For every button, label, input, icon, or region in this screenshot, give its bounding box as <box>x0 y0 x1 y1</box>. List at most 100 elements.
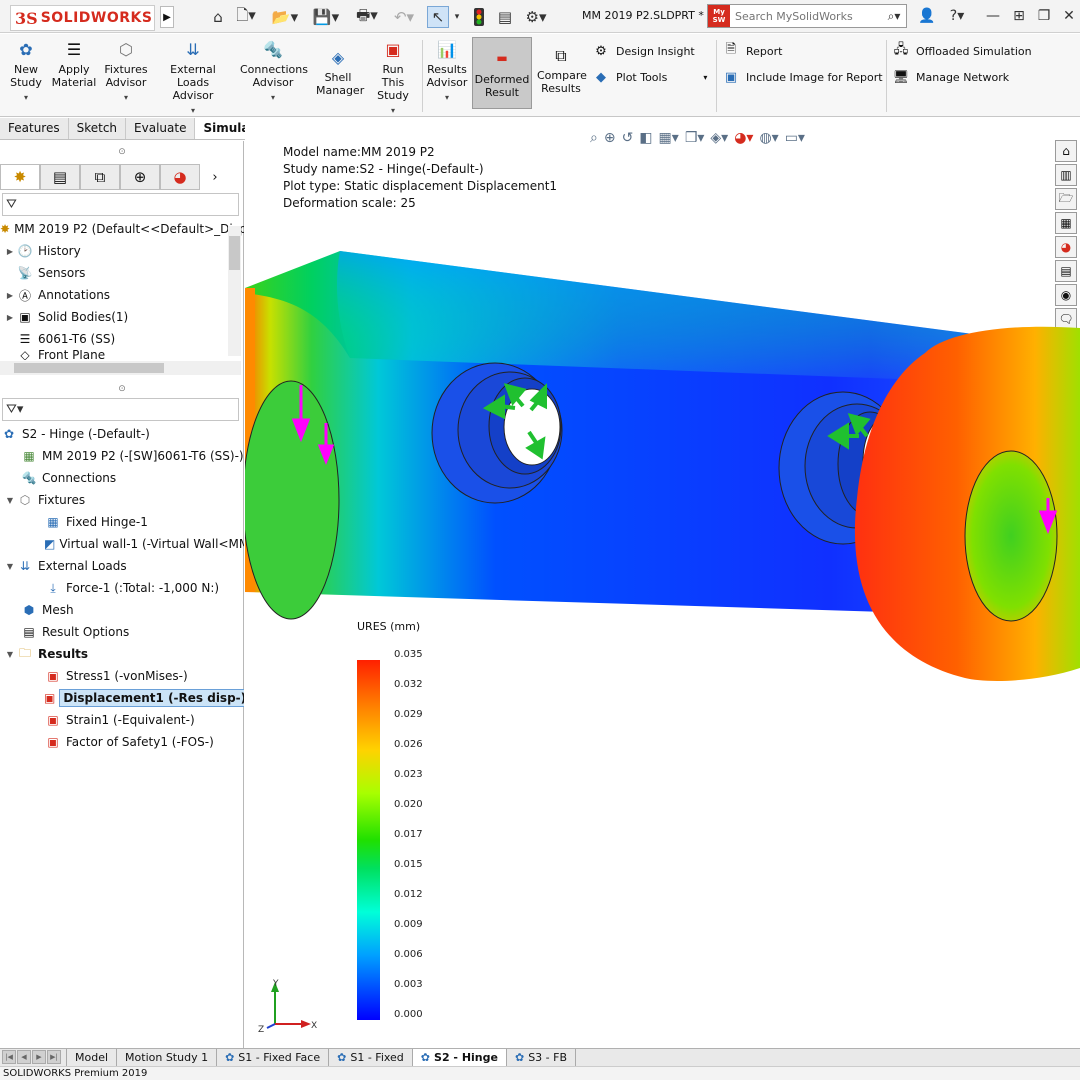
panel-grip-handle[interactable]: ⊙ <box>0 141 244 163</box>
offloaded-simulation-button[interactable]: 🖧 Offloaded Simulation <box>892 42 1032 60</box>
study-fixed-hinge[interactable]: ▦ Fixed Hinge-1 <box>0 511 244 533</box>
close-icon[interactable]: ✕ <box>1060 6 1078 26</box>
study-tree-filter-box[interactable]: ⛛▾ <box>2 398 239 421</box>
fixtures-advisor-button[interactable]: ⬡ Fixtures Advisor ▾ <box>102 38 150 104</box>
new-study-button[interactable]: ✿ New Study ▾ <box>6 38 46 104</box>
dimxpert-manager-tab[interactable]: ⊕ <box>120 164 160 190</box>
apply-material-button[interactable]: ☰ Apply Material <box>50 38 98 89</box>
tree-item-history[interactable]: ▶ 🕑 History <box>0 240 244 262</box>
chevron-right-icon[interactable]: › <box>200 170 230 185</box>
feature-tree-vertical-scrollbar[interactable] <box>228 226 241 356</box>
panel-splitter-handle[interactable]: ⊙ <box>0 378 244 400</box>
study-tab-icon: ✿ <box>225 1051 235 1064</box>
property-manager-tab[interactable]: ▤ <box>40 164 80 190</box>
previous-tab-icon[interactable]: ◀ <box>17 1049 31 1064</box>
deformed-result-button[interactable]: ▬ Deformed Result <box>472 37 532 109</box>
tree-filter-box[interactable]: ⛛ <box>2 193 239 216</box>
tab-features[interactable]: Features <box>0 118 69 139</box>
feature-manager-tab[interactable]: ✸ <box>0 164 40 190</box>
expand-arrow-icon[interactable]: ▶ <box>4 313 16 322</box>
result-strain[interactable]: ▣ Strain1 (-Equivalent-) <box>0 709 244 731</box>
help-icon[interactable]: ?▾ <box>944 6 970 26</box>
tree-item-annotations[interactable]: ▶ Ⓐ Annotations <box>0 284 244 306</box>
tree-root-part[interactable]: ✸ MM 2019 P2 (Default<<Default>_Disp <box>0 218 244 240</box>
material-icon: ☰ <box>19 332 31 346</box>
tab-motion-study-1[interactable]: Motion Study 1 <box>116 1048 216 1067</box>
tab-s1-fixed-face[interactable]: ✿ S1 - Fixed Face <box>216 1048 328 1067</box>
include-image-button[interactable]: ▣ Include Image for Report <box>722 68 883 86</box>
home-icon[interactable]: ⌂ <box>207 6 229 28</box>
first-tab-icon[interactable]: |◀ <box>2 1049 16 1064</box>
results-advisor-button[interactable]: 📊 Results Advisor ▾ <box>425 38 469 104</box>
study-external-loads[interactable]: ▼ ⇊ External Loads <box>0 555 244 577</box>
shell-manager-button[interactable]: ◈ Shell Manager <box>313 38 364 97</box>
user-icon[interactable]: 👤 <box>918 6 936 26</box>
study-force[interactable]: ⤓ Force-1 (:Total: -1,000 N:) <box>0 577 244 599</box>
select-dropdown-icon[interactable]: ▾ <box>452 6 462 28</box>
connections-advisor-button[interactable]: 🔩 Connections Advisor ▾ <box>238 38 308 104</box>
tab-s3-fb[interactable]: ✿ S3 - FB <box>505 1048 577 1067</box>
tab-sketch[interactable]: Sketch <box>69 118 127 139</box>
study-root[interactable]: ✿ S2 - Hinge (-Default-) <box>0 423 244 445</box>
plot-tools-button[interactable]: ◆ Plot Tools ▾ <box>592 68 707 86</box>
graphics-area[interactable]: Model name:MM 2019 P2 Study name:S2 - Hi… <box>245 118 1080 1048</box>
mysolidworks-icon: My SW <box>708 5 730 27</box>
search-icon[interactable]: ⌕▾ <box>882 9 906 24</box>
result-factor-of-safety[interactable]: ▣ Factor of Safety1 (-FOS-) <box>0 731 244 753</box>
tile-windows-icon[interactable]: ⊞ <box>1010 6 1028 26</box>
collapse-arrow-icon[interactable]: ▼ <box>4 562 16 571</box>
result-displacement[interactable]: ▣ Displacement1 (-Res disp-) <box>0 687 244 709</box>
restore-icon[interactable]: ❐ <box>1035 6 1053 26</box>
minimize-icon[interactable]: — <box>984 6 1002 26</box>
scrollbar-thumb[interactable] <box>14 363 164 373</box>
tree-item-material[interactable]: ☰ 6061-T6 (SS) <box>0 328 244 350</box>
run-this-study-button[interactable]: ▣ Run This Study ▾ <box>368 38 418 117</box>
select-cursor-icon[interactable]: ↖ <box>427 6 449 28</box>
tab-s1-fixed[interactable]: ✿ S1 - Fixed <box>328 1048 412 1067</box>
study-result-options[interactable]: ▤ Result Options <box>0 621 244 643</box>
tab-s2-hinge[interactable]: ✿ S2 - Hinge <box>411 1048 506 1067</box>
options-gear-icon[interactable]: ⚙▾ <box>520 6 552 28</box>
open-folder-icon[interactable]: 📂▾ <box>270 6 300 28</box>
menu-expand-arrow-icon[interactable]: ▶ <box>160 6 174 28</box>
rebuild-traffic-light-icon[interactable] <box>470 6 488 28</box>
last-tab-icon[interactable]: ▶| <box>47 1049 61 1064</box>
chevron-down-icon: ▾ <box>444 93 449 102</box>
undo-icon[interactable]: ↶▾ <box>390 6 418 28</box>
search-input[interactable] <box>730 9 882 23</box>
scrollbar-thumb[interactable] <box>229 236 240 270</box>
next-tab-icon[interactable]: ▶ <box>32 1049 46 1064</box>
print-icon[interactable]: 🖶▾ <box>350 6 384 28</box>
external-loads-advisor-button[interactable]: ⇊ External Loads Advisor ▾ <box>154 38 232 117</box>
tree-item-front-plane[interactable]: ◇ Front Plane <box>0 350 244 360</box>
study-part[interactable]: ▦ MM 2019 P2 (-[SW]6061-T6 (SS)-) <box>0 445 244 467</box>
tree-item-solid-bodies[interactable]: ▶ ▣ Solid Bodies(1) <box>0 306 244 328</box>
display-manager-tab[interactable]: ◕ <box>160 164 200 190</box>
file-properties-icon[interactable]: ▤ <box>495 6 515 28</box>
report-button[interactable]: 🗎 Report <box>722 42 783 60</box>
study-mesh[interactable]: ⬢ Mesh <box>0 599 244 621</box>
study-connections[interactable]: 🔩 Connections <box>0 467 244 489</box>
study-fixtures[interactable]: ▼ ⬡ Fixtures <box>0 489 244 511</box>
collapse-arrow-icon[interactable]: ▼ <box>4 650 16 659</box>
configuration-manager-tab[interactable]: ⧉ <box>80 164 120 190</box>
design-insight-button[interactable]: ⚙ Design Insight <box>592 42 695 60</box>
study-virtual-wall[interactable]: ◩ Virtual wall-1 (-Virtual Wall<MM <box>0 533 244 555</box>
collapse-arrow-icon[interactable]: ▼ <box>4 496 16 505</box>
save-icon[interactable]: 💾▾ <box>311 6 341 28</box>
new-document-icon[interactable]: 🗋▾ <box>233 6 259 28</box>
legend-tick-label: 0.006 <box>394 949 423 960</box>
compare-results-button[interactable]: ⧉ Compare Results <box>536 38 587 95</box>
tree-item-sensors[interactable]: 📡 Sensors <box>0 262 244 284</box>
study-results[interactable]: ▼ 🗀 Results <box>0 643 244 665</box>
expand-arrow-icon[interactable]: ▶ <box>4 247 16 256</box>
tab-model[interactable]: Model <box>66 1048 116 1067</box>
legend-color-bar <box>357 660 380 1020</box>
solidworks-logo[interactable]: 3S SOLIDWORKS <box>10 5 155 31</box>
feature-tree-horizontal-scrollbar[interactable] <box>0 361 241 375</box>
manage-network-button[interactable]: 🖥 Manage Network <box>892 68 1009 86</box>
tab-evaluate[interactable]: Evaluate <box>126 118 196 139</box>
search-box[interactable]: My SW ⌕▾ <box>707 4 907 28</box>
result-stress[interactable]: ▣ Stress1 (-vonMises-) <box>0 665 244 687</box>
expand-arrow-icon[interactable]: ▶ <box>4 291 16 300</box>
